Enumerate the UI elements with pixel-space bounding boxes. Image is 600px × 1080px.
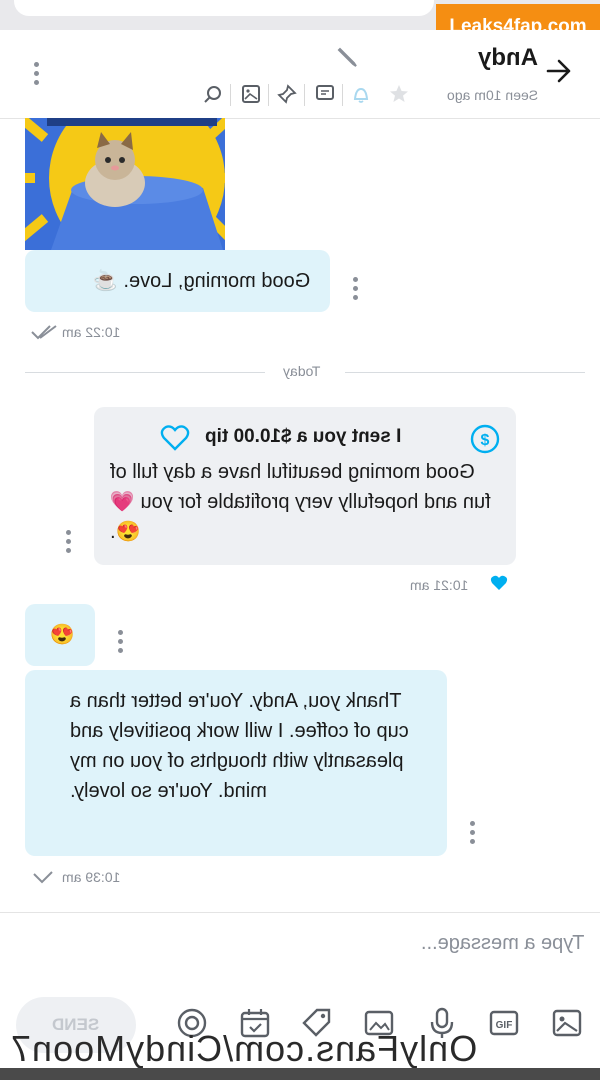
divider-line	[25, 372, 265, 373]
message-menu-icon[interactable]	[117, 630, 123, 653]
separator	[304, 84, 305, 106]
image-icon[interactable]	[550, 1006, 584, 1040]
svg-text:GIF: GIF	[496, 1020, 513, 1031]
top-pill	[14, 0, 434, 16]
separator	[342, 84, 343, 106]
footer-watermark: OnlyFans.com/CindyMoon7	[10, 1028, 478, 1069]
message-text: 😍	[49, 624, 75, 646]
check-icon	[33, 871, 53, 884]
image-icon[interactable]	[240, 83, 262, 105]
message-icon[interactable]	[314, 83, 336, 105]
bottom-bar	[0, 1068, 600, 1080]
message-menu-icon[interactable]	[469, 821, 475, 844]
dollar-icon: $	[470, 424, 500, 454]
bell-icon[interactable]	[350, 83, 372, 105]
gif-icon[interactable]: GIF	[487, 1006, 521, 1040]
date-divider: Today	[283, 363, 321, 379]
separator	[230, 84, 231, 106]
double-check-icon	[31, 325, 57, 340]
tip-title: I sent you a $10.00 tip	[205, 426, 402, 447]
back-arrow-icon[interactable]	[546, 58, 572, 84]
message-time: 10:22 am	[62, 324, 121, 340]
pin-icon[interactable]	[276, 83, 298, 105]
star-icon[interactable]	[388, 83, 410, 105]
contact-name[interactable]: Andy	[478, 44, 538, 72]
more-icon[interactable]	[33, 62, 39, 85]
message-menu-icon[interactable]	[65, 530, 71, 553]
svg-text:$: $	[481, 432, 490, 449]
message-text: Thank you, Andy. You're better than a cu…	[70, 690, 409, 802]
last-seen: Seen 10m ago	[446, 87, 538, 103]
edit-icon[interactable]	[336, 46, 358, 68]
message-time: 10:39 am	[62, 869, 121, 885]
search-icon[interactable]	[202, 83, 224, 105]
message-text: Good morning, Love. ☕	[92, 270, 310, 292]
message-time: 10:21 am	[410, 577, 469, 593]
tip-text: Good morning beautiful have a day full o…	[110, 461, 491, 543]
separator	[268, 84, 269, 106]
liked-heart-icon[interactable]	[490, 574, 508, 592]
heart-icon[interactable]	[160, 424, 190, 452]
message-input[interactable]: Type a message...	[421, 932, 584, 955]
photo-message[interactable]	[25, 118, 225, 250]
message-menu-icon[interactable]	[352, 277, 358, 300]
divider-line	[345, 372, 585, 373]
composer-divider	[0, 912, 600, 913]
